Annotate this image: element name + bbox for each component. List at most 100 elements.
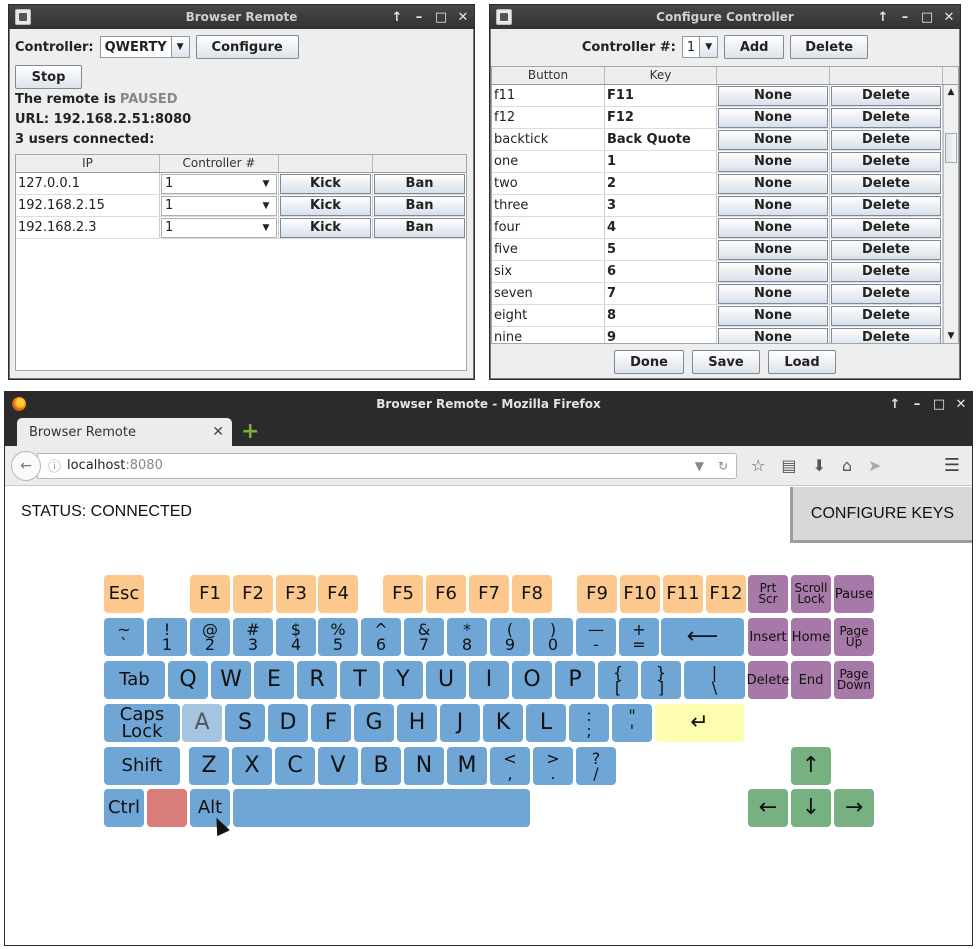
key-insert[interactable]: Insert <box>748 618 788 656</box>
scroll-down-icon[interactable]: ▼ <box>944 331 958 341</box>
configure-keys-button[interactable]: CONFIGURE KEYS <box>790 487 972 543</box>
key-pageup[interactable]: Page Up <box>834 618 874 656</box>
key-prtscr[interactable]: Prt Scr <box>748 575 788 613</box>
key-8[interactable]: * 8 <box>447 618 487 656</box>
key-end[interactable]: End <box>791 661 831 699</box>
key-d[interactable]: D <box>268 704 308 742</box>
hamburger-menu-icon[interactable]: ☰ <box>944 455 960 476</box>
key-pagedown[interactable]: Page Down <box>834 661 874 699</box>
key-w[interactable]: W <box>211 661 251 699</box>
key-9[interactable]: ( 9 <box>490 618 530 656</box>
delete-row-button[interactable]: Delete <box>831 129 941 150</box>
none-button[interactable]: None <box>718 327 828 343</box>
key-tab[interactable]: Tab <box>104 661 165 699</box>
key-cell[interactable]: 5 <box>605 239 717 260</box>
vertical-scrollbar[interactable]: ▲ ▼ <box>943 85 958 343</box>
key-f7[interactable]: F7 <box>469 575 509 613</box>
delete-controller-button[interactable]: Delete <box>790 35 869 59</box>
key-2[interactable]: @ 2 <box>190 618 230 656</box>
controller-num-select[interactable]: 1 ▼ <box>161 217 277 238</box>
key-rbracket[interactable]: } ] <box>641 661 681 699</box>
key-enter[interactable]: ↵ <box>655 704 744 742</box>
firefox-title-bar[interactable]: Browser Remote - Mozilla Firefox ↑ – □ ✕ <box>5 392 972 416</box>
key-minus[interactable]: — - <box>576 618 616 656</box>
key-f11[interactable]: F11 <box>663 575 703 613</box>
key-f8[interactable]: F8 <box>512 575 552 613</box>
key-u[interactable]: U <box>426 661 466 699</box>
key-equals[interactable]: + = <box>619 618 659 656</box>
key-esc[interactable]: Esc <box>104 575 144 613</box>
none-button[interactable]: None <box>718 151 828 172</box>
key-cell[interactable]: 7 <box>605 283 717 304</box>
key-shift[interactable]: Shift <box>104 747 180 785</box>
none-button[interactable]: None <box>718 261 828 282</box>
ban-button[interactable]: Ban <box>374 195 465 216</box>
key-v[interactable]: V <box>318 747 358 785</box>
load-button[interactable]: Load <box>768 350 836 374</box>
none-button[interactable]: None <box>718 217 828 238</box>
tab-browser-remote[interactable]: Browser Remote ✕ <box>17 418 232 446</box>
kick-button[interactable]: Kick <box>280 217 371 238</box>
keep-above-icon[interactable]: ↑ <box>872 6 894 28</box>
key-x[interactable]: X <box>232 747 272 785</box>
key-period[interactable]: > . <box>533 747 573 785</box>
ban-button[interactable]: Ban <box>374 173 465 194</box>
key-cell[interactable]: 3 <box>605 195 717 216</box>
key-cell[interactable]: Back Quote <box>605 129 717 150</box>
none-button[interactable]: None <box>718 305 828 326</box>
delete-row-button[interactable]: Delete <box>831 261 941 282</box>
downloads-icon[interactable]: ⬇ <box>812 456 825 475</box>
key-c[interactable]: C <box>275 747 315 785</box>
key-f2[interactable]: F2 <box>233 575 273 613</box>
delete-row-button[interactable]: Delete <box>831 217 941 238</box>
key-down[interactable]: ↓ <box>791 789 831 827</box>
key-l[interactable]: L <box>526 704 566 742</box>
key-i[interactable]: I <box>469 661 509 699</box>
site-info-icon[interactable]: ⓘ <box>48 456 61 475</box>
delete-row-button[interactable]: Delete <box>831 107 941 128</box>
close-icon[interactable]: ✕ <box>938 6 960 28</box>
key-j[interactable]: J <box>440 704 480 742</box>
key-m[interactable]: M <box>447 747 487 785</box>
key-scrolllock[interactable]: Scroll Lock <box>791 575 831 613</box>
none-button[interactable]: None <box>718 195 828 216</box>
delete-row-button[interactable]: Delete <box>831 151 941 172</box>
home-icon[interactable]: ⌂ <box>842 456 852 475</box>
maximize-icon[interactable]: □ <box>928 393 950 415</box>
key-g[interactable]: G <box>354 704 394 742</box>
key-cell[interactable]: 1 <box>605 151 717 172</box>
key-4[interactable]: $ 4 <box>276 618 316 656</box>
key-cell[interactable]: 9 <box>605 327 717 343</box>
reload-icon[interactable]: ↻ <box>718 459 728 473</box>
stop-button[interactable]: Stop <box>15 65 82 89</box>
key-n[interactable]: N <box>404 747 444 785</box>
save-button[interactable]: Save <box>692 350 760 374</box>
keep-above-icon[interactable]: ↑ <box>386 6 408 28</box>
key-k[interactable]: K <box>483 704 523 742</box>
key-quote[interactable]: " ' <box>612 704 652 742</box>
key-f12[interactable]: F12 <box>706 575 746 613</box>
key-s[interactable]: S <box>225 704 265 742</box>
key-cell[interactable]: 2 <box>605 173 717 194</box>
new-tab-icon[interactable]: + <box>241 419 259 444</box>
key-right[interactable]: → <box>834 789 874 827</box>
none-button[interactable]: None <box>718 107 828 128</box>
delete-row-button[interactable]: Delete <box>831 327 941 343</box>
controller-num-select[interactable]: 1 ▼ <box>161 173 277 194</box>
keep-above-icon[interactable]: ↑ <box>884 393 906 415</box>
controller-num-select[interactable]: 1 ▼ <box>681 36 719 58</box>
key-b[interactable]: B <box>361 747 401 785</box>
done-button[interactable]: Done <box>614 350 684 374</box>
key-5[interactable]: % 5 <box>318 618 358 656</box>
key-backspace[interactable]: ⟵ <box>661 618 744 656</box>
key-p[interactable]: P <box>555 661 595 699</box>
key-y[interactable]: Y <box>383 661 423 699</box>
key-6[interactable]: ^ 6 <box>361 618 401 656</box>
delete-row-button[interactable]: Delete <box>831 173 941 194</box>
scrollbar-thumb[interactable] <box>945 133 957 163</box>
url-bar[interactable]: ⓘ localhost:8080 ▼ ↻ <box>37 452 737 479</box>
minimize-icon[interactable]: – <box>906 393 928 415</box>
key-r[interactable]: R <box>297 661 337 699</box>
key-space[interactable] <box>233 789 530 827</box>
key-a[interactable]: A <box>182 704 222 742</box>
